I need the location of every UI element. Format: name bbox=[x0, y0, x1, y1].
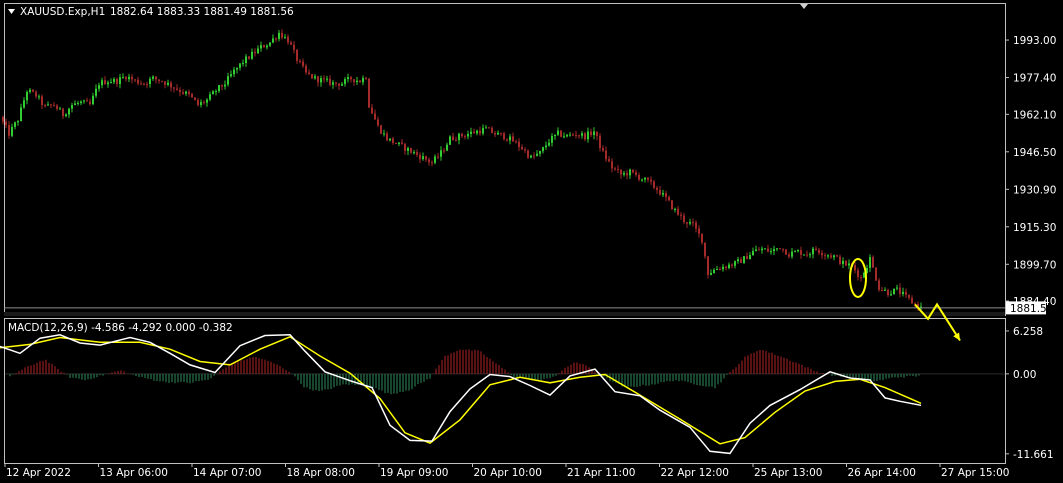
candle bbox=[527, 149, 529, 159]
time-tick-label: 26 Apr 14:00 bbox=[848, 467, 916, 479]
symbol-label: XAUUSD.Exp,H1 bbox=[20, 6, 105, 18]
price-tick-label: 1915.30 bbox=[1013, 222, 1056, 234]
candle bbox=[380, 124, 382, 135]
time-tick-label: 19 Apr 09:00 bbox=[380, 467, 448, 479]
price-tick-label: 1977.40 bbox=[1013, 73, 1056, 85]
time-tick-label: 13 Apr 06:00 bbox=[100, 467, 168, 479]
macd-tick-label: 6.258 bbox=[1013, 326, 1043, 338]
time-tick-label: 25 Apr 13:00 bbox=[754, 467, 822, 479]
price-tick-label: 1930.90 bbox=[1013, 184, 1056, 196]
candle bbox=[845, 260, 847, 267]
trading-chart: 1993.00 1977.40 1962.10 1946.50 1930.90 1915.… bbox=[0, 0, 1063, 483]
macd-tick-label: -11.661 bbox=[1013, 449, 1054, 461]
candle bbox=[560, 129, 562, 138]
candle bbox=[893, 288, 895, 295]
time-tick-label: 18 Apr 08:00 bbox=[287, 467, 355, 479]
current-price-label: 1881.56 bbox=[1006, 301, 1054, 315]
chart-background bbox=[0, 0, 1063, 483]
candle bbox=[671, 199, 673, 210]
time-tick-label: 20 Apr 10:00 bbox=[474, 467, 542, 479]
candle bbox=[311, 73, 313, 80]
price-tick-label: 1899.70 bbox=[1013, 259, 1056, 271]
time-tick-label: 21 Apr 11:00 bbox=[567, 467, 635, 479]
candle bbox=[875, 266, 877, 282]
time-tick-label: 14 Apr 07:00 bbox=[193, 467, 261, 479]
price-tick-label: 1993.00 bbox=[1013, 35, 1056, 47]
candle bbox=[449, 135, 451, 145]
time-tick-label: 27 Apr 15:00 bbox=[941, 467, 1009, 479]
candle bbox=[785, 249, 787, 255]
price-tick-label: 1946.50 bbox=[1013, 147, 1056, 159]
time-tick-label: 12 Apr 2022 bbox=[6, 467, 71, 479]
macd-tick-label: 0.00 bbox=[1013, 369, 1036, 381]
time-tick-label: 22 Apr 12:00 bbox=[661, 467, 729, 479]
macd-label: MACD(12,26,9) -4.586 -4.292 0.000 -0.382 bbox=[8, 322, 233, 334]
scrollbar-strip[interactable] bbox=[4, 312, 1005, 316]
candle bbox=[743, 255, 745, 265]
candle bbox=[368, 77, 370, 108]
candle bbox=[872, 255, 874, 268]
ohlc-label: 1882.64 1883.33 1881.49 1881.56 bbox=[110, 6, 294, 18]
price-tick-label: 1962.10 bbox=[1013, 109, 1056, 121]
candle bbox=[704, 242, 706, 259]
current-price-text: 1881.56 bbox=[1010, 303, 1054, 315]
